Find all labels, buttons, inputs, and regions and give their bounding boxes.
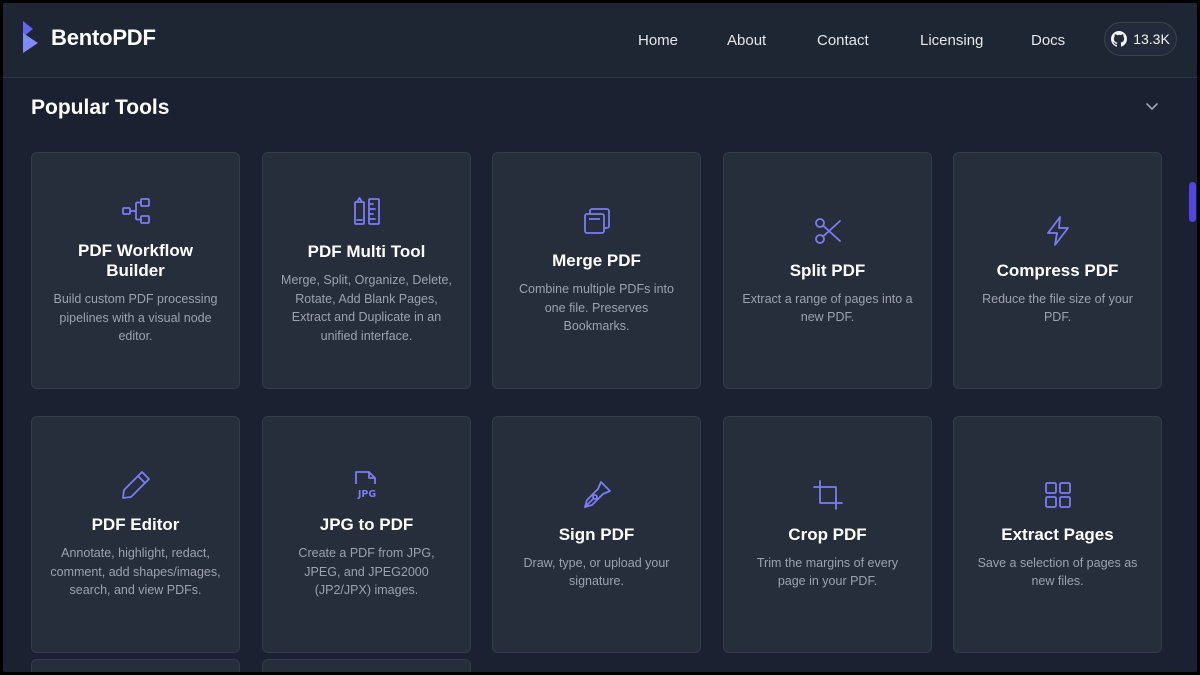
tool-description: Draw, type, or upload your signature. (523, 555, 670, 589)
tool-title: Merge PDF (552, 251, 641, 271)
tool-card-workflow-builder[interactable]: PDF Workflow Builder Build custom PDF pr… (31, 152, 240, 389)
tool-title: Sign PDF (558, 524, 635, 544)
section-title: Popular Tools (31, 96, 170, 119)
zap-icon (1042, 215, 1074, 247)
tool-card-split[interactable]: Split PDF Extract a range of pages into … (723, 152, 932, 389)
grid-icon (1042, 479, 1074, 511)
nav-contact[interactable]: Contact (817, 29, 869, 53)
scissors-icon (812, 215, 844, 247)
tool-title: Split PDF (789, 260, 866, 280)
nav-licensing[interactable]: Licensing (920, 29, 983, 53)
pen-tool-icon (581, 479, 613, 511)
tool-title: Extract Pages (1001, 524, 1114, 544)
tool-card-jpg-to-pdf[interactable]: JPG JPG to PDF Create a PDF from JPG, JP… (262, 416, 471, 653)
scrollbar-track[interactable] (1187, 78, 1197, 672)
tool-card-editor[interactable]: PDF Editor Annotate, highlight, redact, … (31, 416, 240, 653)
tool-card-multi-tool[interactable]: PDF Multi Tool Merge, Split, Organize, D… (262, 152, 471, 389)
tool-description: Create a PDF from JPG, JPEG, and JPEG200… (298, 546, 435, 598)
tool-title: PDF Workflow Builder (78, 241, 193, 281)
nav-about[interactable]: About (727, 29, 766, 53)
pencil-icon (120, 469, 152, 501)
app-window: BentoPDF Home About Contact Licensing Do… (3, 3, 1197, 672)
github-star-count: 13.3K (1133, 31, 1170, 47)
tool-card-partial[interactable] (31, 659, 240, 672)
github-stars-button[interactable]: 13.3K (1104, 22, 1177, 56)
github-icon (1111, 31, 1128, 47)
tool-card-partial[interactable] (262, 659, 471, 672)
tool-title: PDF Editor (91, 515, 180, 535)
tool-title: Compress PDF (996, 260, 1119, 280)
tool-card-extract-pages[interactable]: Extract Pages Save a selection of pages … (953, 416, 1162, 653)
copy-icon (581, 205, 613, 237)
tool-description: Save a selection of pages as new files. (977, 555, 1138, 589)
pencil-ruler-icon (351, 196, 383, 228)
chevron-down-icon[interactable] (1144, 98, 1160, 114)
tool-card-compress[interactable]: Compress PDF Reduce the file size of you… (953, 152, 1162, 389)
tool-title: Crop PDF (788, 524, 867, 544)
tool-card-merge[interactable]: Merge PDF Combine multiple PDFs into one… (492, 152, 701, 389)
tool-description: Annotate, highlight, redact, comment, ad… (50, 546, 221, 598)
tool-card-crop[interactable]: Crop PDF Trim the margins of every page … (723, 416, 932, 653)
crop-icon (812, 479, 844, 511)
tool-description: Extract a range of pages into a new PDF. (742, 291, 913, 325)
tool-description: Reduce the file size of your PDF. (982, 291, 1133, 325)
workflow-icon (120, 195, 152, 227)
tool-description: Trim the margins of every page in your P… (756, 555, 899, 589)
tool-description: Combine multiple PDFs into one file. Pre… (519, 282, 674, 334)
nav-home[interactable]: Home (638, 29, 678, 53)
tool-description: Build custom PDF processing pipelines wi… (53, 292, 218, 344)
scrollbar-thumb[interactable] (1189, 182, 1196, 222)
tool-title: JPG to PDF (319, 515, 414, 535)
jpg-file-icon: JPG (351, 469, 383, 501)
tool-card-sign[interactable]: Sign PDF Draw, type, or upload your sign… (492, 416, 701, 653)
main-nav: Home About Contact Licensing Docs (3, 29, 1197, 53)
jpg-badge: JPG (356, 489, 375, 500)
nav-docs[interactable]: Docs (1031, 29, 1065, 53)
tool-description: Merge, Split, Organize, Delete, Rotate, … (281, 273, 452, 343)
tool-title: PDF Multi Tool (307, 242, 426, 261)
top-navbar: BentoPDF Home About Contact Licensing Do… (3, 3, 1197, 78)
